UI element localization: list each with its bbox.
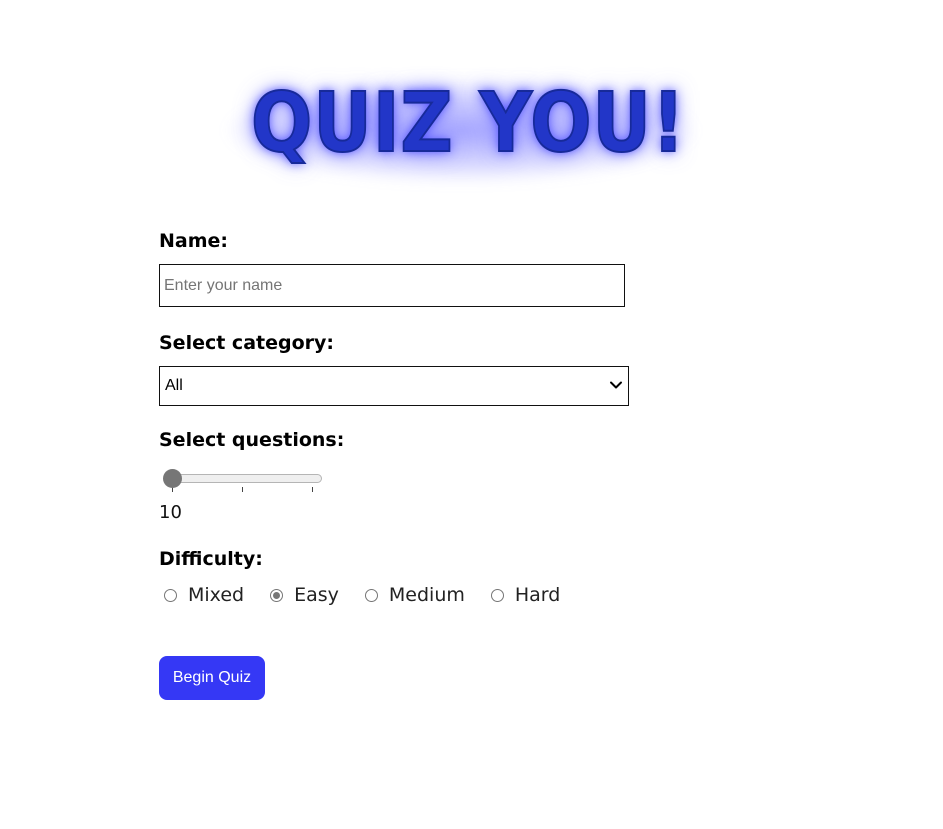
logo-text: QUIZ YOU! xyxy=(250,75,686,172)
radio-button[interactable] xyxy=(364,588,378,602)
slider-track xyxy=(165,474,322,483)
slider-tick xyxy=(242,487,243,492)
radio-button[interactable] xyxy=(164,588,177,602)
difficulty-option-easy[interactable]: Easy xyxy=(270,584,339,606)
radio-button[interactable] xyxy=(270,588,284,602)
begin-quiz-button[interactable]: Begin Quiz xyxy=(159,656,265,700)
difficulty-option-medium[interactable]: Medium xyxy=(364,584,465,606)
difficulty-label: Difficulty: xyxy=(159,548,263,570)
category-label: Select category: xyxy=(159,332,334,354)
quiz-setup-page: QUIZ YOU! Name: Select category: All Sel… xyxy=(0,0,943,829)
name-label: Name: xyxy=(159,230,229,252)
questions-value: 10 xyxy=(159,502,182,523)
radio-button[interactable] xyxy=(490,588,504,602)
slider-thumb[interactable] xyxy=(163,469,182,488)
chevron-down-icon xyxy=(610,381,622,389)
radio-label: Easy xyxy=(294,584,339,606)
questions-slider[interactable] xyxy=(161,469,323,494)
questions-label: Select questions: xyxy=(159,429,345,451)
slider-tick xyxy=(312,487,313,492)
radio-label: Mixed xyxy=(188,584,245,606)
category-selected-value: All xyxy=(165,377,183,394)
radio-label: Hard xyxy=(514,584,561,606)
difficulty-option-mixed[interactable]: Mixed xyxy=(164,584,244,606)
difficulty-radio-group: Mixed Easy Medium Hard xyxy=(164,582,586,608)
radio-label: Medium xyxy=(388,584,465,606)
quiz-you-logo: QUIZ YOU! xyxy=(226,70,696,183)
difficulty-option-hard[interactable]: Hard xyxy=(490,584,561,606)
category-select[interactable]: All xyxy=(159,366,629,406)
name-input[interactable] xyxy=(159,264,625,307)
